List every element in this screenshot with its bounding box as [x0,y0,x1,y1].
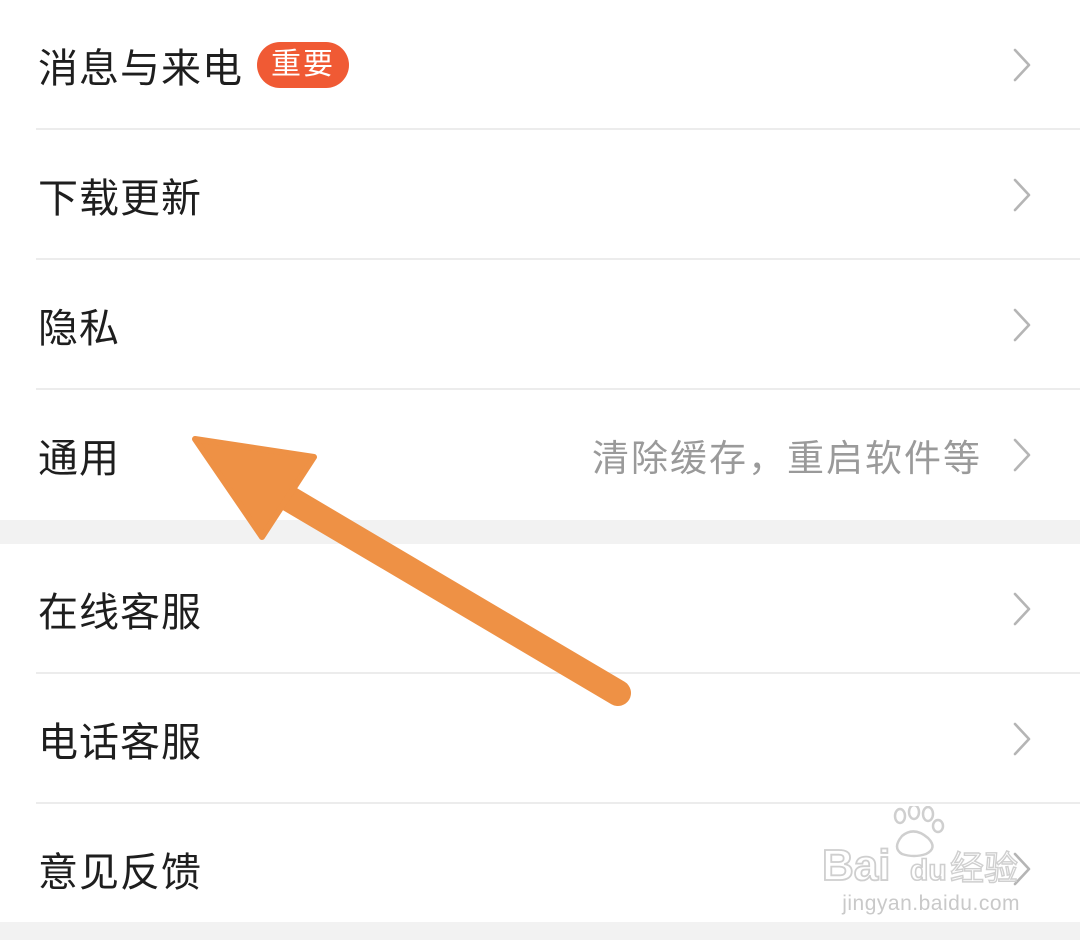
baidu-paw-logo: Bai du 经验 [822,806,1019,886]
baidu-jingyan-watermark: Bai du 经验 jingyan.baidu.com [822,806,1022,916]
row-label: 通用 [38,436,120,482]
svg-text:Bai: Bai [822,841,890,886]
svg-text:du: du [910,854,947,886]
section-divider [0,520,1080,544]
chevron-right-icon [1013,178,1031,212]
settings-group-primary: 消息与来电 重要 下载更新 隐私 通用 清除缓存，重启软件等 [0,0,1080,520]
row-messages-calls[interactable]: 消息与来电 重要 [0,0,1080,130]
chevron-right-icon [1013,438,1031,472]
important-badge: 重要 [257,42,349,88]
chevron-right-icon [1013,592,1031,626]
row-label: 在线客服 [38,590,202,636]
chevron-right-icon [1013,722,1031,756]
chevron-right-icon [1013,48,1031,82]
row-download-updates[interactable]: 下载更新 [0,130,1080,260]
row-label: 消息与来电 [38,46,243,92]
chevron-right-icon [1013,308,1031,342]
row-label: 下载更新 [38,176,202,222]
watermark-url: jingyan.baidu.com [842,892,1020,915]
row-label: 隐私 [38,306,120,352]
row-label: 意见反馈 [38,850,202,896]
svg-text:经验: 经验 [950,849,1018,886]
row-general[interactable]: 通用 清除缓存，重启软件等 [0,390,1080,520]
row-privacy[interactable]: 隐私 [0,260,1080,390]
row-phone-service[interactable]: 电话客服 [0,674,1080,804]
row-online-service[interactable]: 在线客服 [0,544,1080,674]
row-label: 电话客服 [38,720,202,766]
bottom-divider [0,922,1080,940]
row-hint: 清除缓存，重启软件等 [592,437,982,480]
settings-screen: 消息与来电 重要 下载更新 隐私 通用 清除缓存，重启软件等 在线客服 电话客服… [0,0,1080,940]
